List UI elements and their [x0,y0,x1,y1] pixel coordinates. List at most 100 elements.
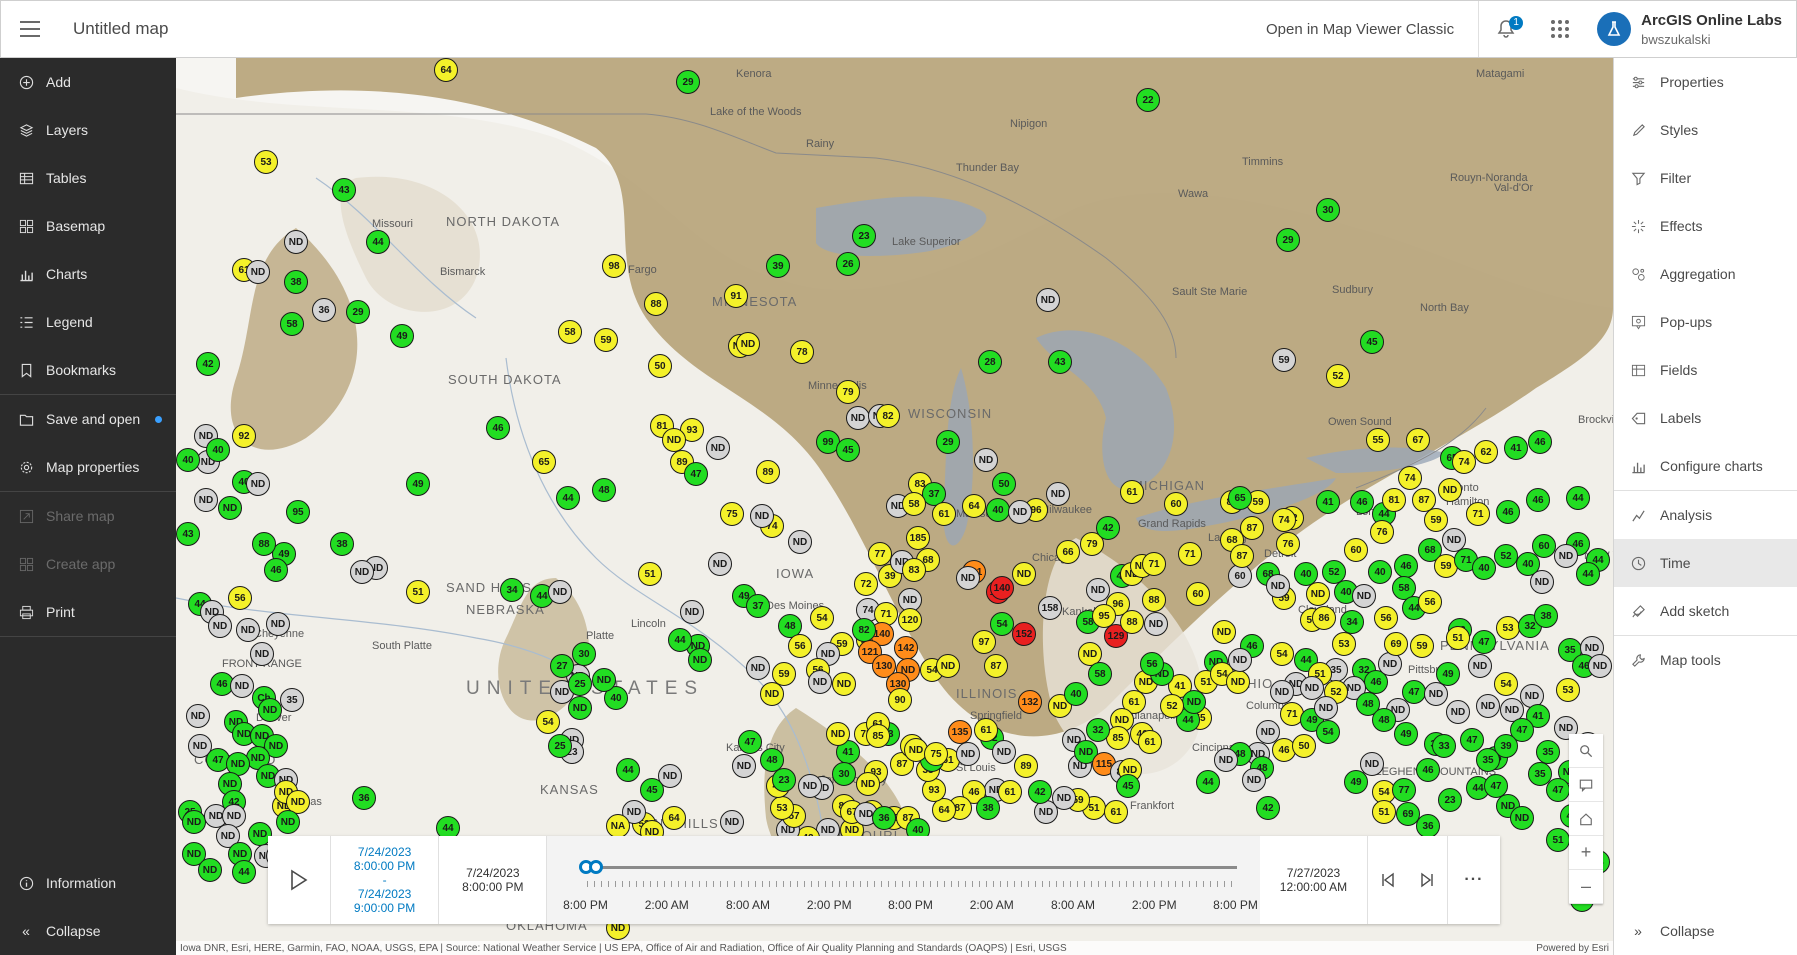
aqi-marker[interactable]: ND [1468,654,1492,678]
aqi-marker[interactable]: ND [956,742,980,766]
aqi-marker[interactable]: 88 [1142,588,1166,612]
aqi-marker[interactable]: ND [568,696,592,720]
aqi-marker[interactable]: ND [1012,562,1036,586]
aqi-marker[interactable]: 89 [1014,754,1038,778]
aqi-marker[interactable]: 47 [1472,630,1496,654]
aqi-marker[interactable]: ND [1306,582,1330,606]
aqi-marker[interactable]: ND [186,704,210,728]
aqi-marker[interactable]: ND [1214,748,1238,772]
aqi-marker[interactable]: ND [1314,696,1338,720]
aqi-marker[interactable]: 88 [644,292,668,316]
aqi-marker[interactable]: 38 [330,532,354,556]
aqi-marker[interactable]: 45 [1360,330,1384,354]
home-button[interactable] [1569,802,1603,836]
aqi-marker[interactable]: ND [1036,288,1060,312]
aqi-marker[interactable]: 29 [1276,228,1300,252]
aqi-marker[interactable]: ND [1008,500,1032,524]
aqi-marker[interactable]: 82 [876,404,900,428]
aqi-marker[interactable]: 56 [1374,606,1398,630]
aqi-marker[interactable]: 35 [1536,740,1560,764]
aqi-marker[interactable]: 48 [1372,708,1396,732]
aqi-marker[interactable]: 59 [1272,348,1296,372]
aqi-marker[interactable]: 25 [568,672,592,696]
slider-track[interactable]: 8:00 PM 2:00 AM 8:00 AM 2:00 PM 8:00 PM 2:00 … [547,836,1260,924]
aqi-marker[interactable]: 81 [1382,488,1406,512]
aqi-marker[interactable]: 50 [992,472,1016,496]
aqi-marker[interactable]: 30 [1316,198,1340,222]
nav-print[interactable]: Print [0,588,176,636]
aqi-marker[interactable]: 33 [1432,734,1456,758]
aqi-marker[interactable]: 58 [280,312,304,336]
aqi-marker[interactable]: ND [1300,676,1324,700]
aqi-marker[interactable]: ND [708,552,732,576]
aqi-marker[interactable]: 23 [852,224,876,248]
aqi-marker[interactable]: 40 [206,438,230,462]
aqi-marker[interactable]: 40 [1064,682,1088,706]
aqi-marker[interactable]: ND [198,858,222,882]
aqi-marker[interactable]: 83 [902,558,926,582]
aqi-marker[interactable]: 30 [572,642,596,666]
aqi-marker[interactable]: 135 [948,720,972,744]
aqi-marker[interactable]: ND [1530,570,1554,594]
aqi-marker[interactable]: 87 [1240,516,1264,540]
aqi-marker[interactable]: 44 [232,860,256,884]
nav-bookmarks[interactable]: Bookmarks [0,346,176,394]
aqi-marker[interactable]: ND [832,672,856,696]
aqi-marker[interactable]: 42 [196,352,220,376]
aqi-marker[interactable]: ND [1476,694,1500,718]
aqi-marker[interactable]: 52 [1494,544,1518,568]
aqi-marker[interactable]: 158 [1038,596,1062,620]
aqi-marker[interactable]: 66 [1056,540,1080,564]
aqi-marker[interactable]: ND [1182,690,1206,714]
aqi-marker[interactable]: 43 [1048,350,1072,374]
aqi-marker[interactable]: 54 [1270,642,1294,666]
aqi-marker[interactable]: ND [284,230,308,254]
aqi-marker[interactable]: 43 [176,522,200,546]
aqi-marker[interactable]: 46 [1528,430,1552,454]
aqi-marker[interactable]: 23 [772,768,796,792]
open-classic-link[interactable]: Open in Map Viewer Classic [1242,1,1480,57]
aqi-marker[interactable]: ND [1212,620,1236,644]
aqi-marker[interactable]: 52 [1160,694,1184,718]
aqi-marker[interactable]: 61 [974,718,998,742]
aqi-marker[interactable]: ND [992,740,1016,764]
aqi-marker[interactable]: 54 [1316,720,1340,744]
aqi-marker[interactable]: 30 [832,762,856,786]
aqi-marker[interactable]: NA [606,814,630,838]
aqi-marker[interactable]: 49 [406,472,430,496]
aqi-marker[interactable]: ND [1446,700,1470,724]
aqi-marker[interactable]: ND [1046,482,1070,506]
aqi-marker[interactable]: 75 [720,502,744,526]
aqi-marker[interactable]: 42 [1028,780,1052,804]
aqi-marker[interactable]: 60 [1344,538,1368,562]
aqi-marker[interactable]: 36 [872,806,896,830]
aqi-marker[interactable]: ND [688,648,712,672]
aqi-marker[interactable]: 49 [390,324,414,348]
aqi-marker[interactable]: 74 [1398,466,1422,490]
aqi-marker[interactable]: 56 [788,634,812,658]
aqi-marker[interactable]: 71 [1466,502,1490,526]
aqi-marker[interactable]: 44 [668,628,692,652]
aqi-marker[interactable]: ND [846,406,870,430]
aqi-marker[interactable]: 47 [1402,680,1426,704]
aqi-marker[interactable]: 23 [1438,788,1462,812]
tool-filter[interactable]: Filter [1614,154,1797,202]
tool-properties[interactable]: Properties [1614,58,1797,106]
nav-layers[interactable]: Layers [0,106,176,154]
aqi-marker[interactable]: 56 [228,586,252,610]
aqi-marker[interactable]: ND [788,530,812,554]
tool-analysis[interactable]: Analysis [1614,491,1797,539]
map-view[interactable]: Kenora Lake of the Woods Rainy Nipigon Thund… [176,58,1613,955]
map-title[interactable]: Untitled map [73,19,168,39]
aqi-marker[interactable]: ND [680,600,704,624]
aqi-marker[interactable]: 61 [1104,800,1128,824]
aqi-marker[interactable]: ND [808,670,832,694]
aqi-marker[interactable]: 36 [312,298,336,322]
aqi-marker[interactable]: 132 [1018,690,1042,714]
aqi-marker[interactable]: ND [1352,584,1376,608]
more-options-button[interactable]: ··· [1446,836,1500,924]
aqi-marker[interactable]: ND [1226,670,1250,694]
aqi-marker[interactable]: 47 [1460,728,1484,752]
aqi-marker[interactable]: ND [1144,612,1168,636]
aqi-marker[interactable]: ND [592,668,616,692]
